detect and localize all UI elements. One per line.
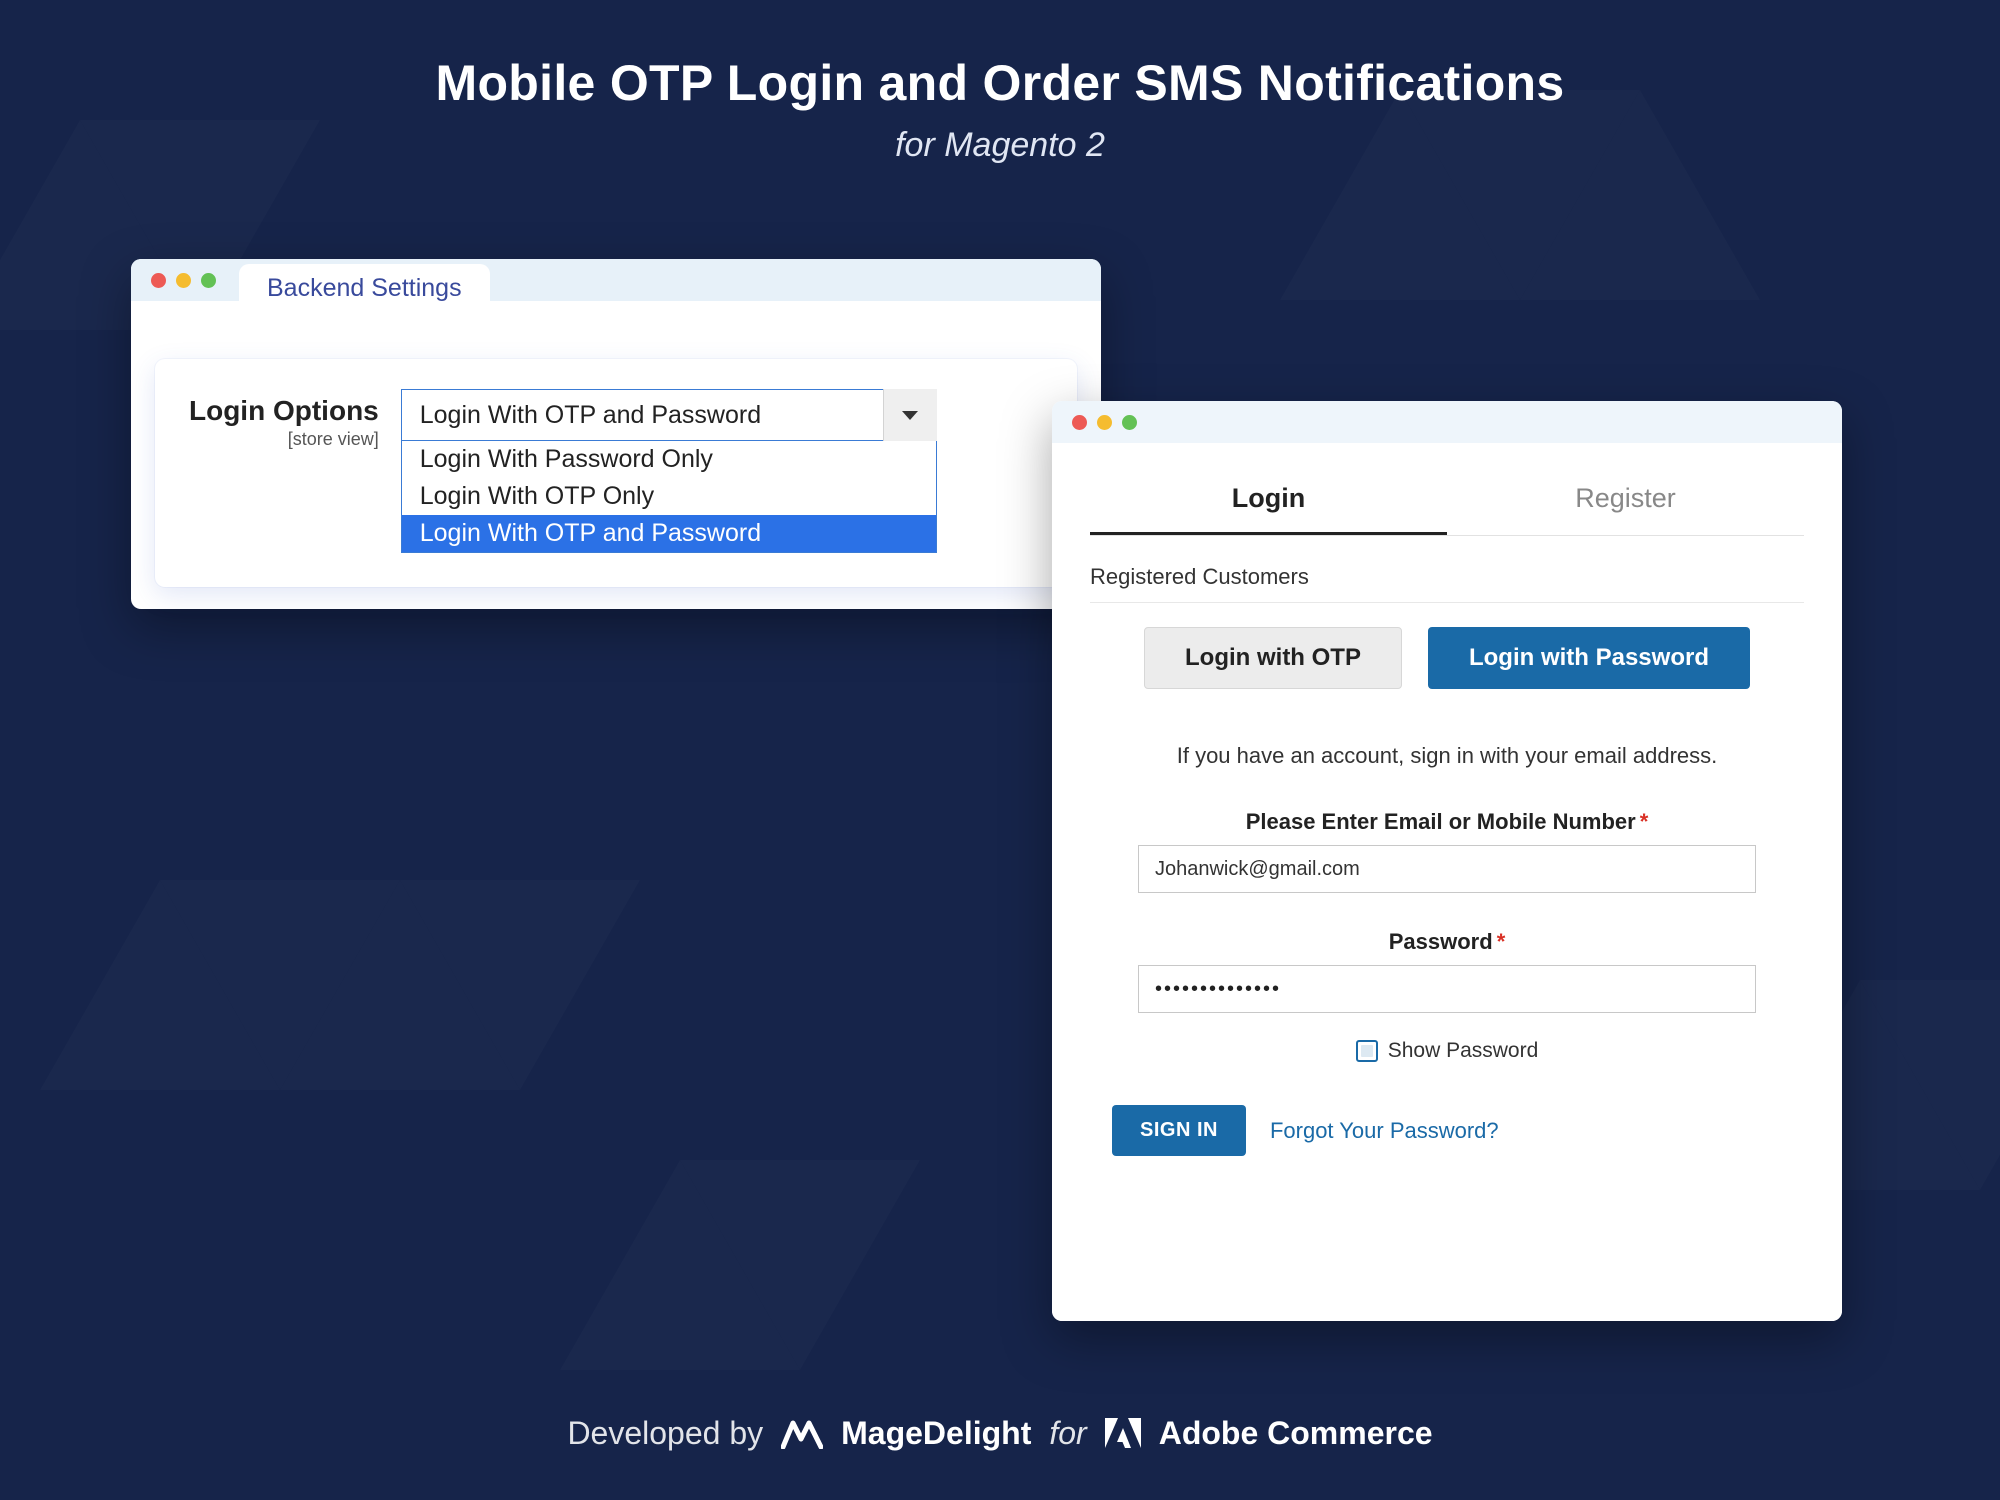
auth-tabs: Login Register: [1090, 471, 1804, 536]
maximize-icon[interactable]: [201, 273, 216, 288]
minimize-icon[interactable]: [176, 273, 191, 288]
section-title: Registered Customers: [1090, 564, 1804, 603]
login-with-otp-button[interactable]: Login with OTP: [1144, 627, 1402, 689]
show-password-label: Show Password: [1388, 1039, 1539, 1063]
email-label-text: Please Enter Email or Mobile Number: [1246, 809, 1636, 834]
developed-by-label: Developed by: [567, 1415, 763, 1452]
field-scope-label: [store view]: [189, 429, 379, 450]
field-label-column: Login Options [store view]: [189, 389, 379, 557]
select-current-value[interactable]: Login With OTP and Password: [401, 389, 937, 441]
magedelight-logo-icon: [781, 1419, 823, 1449]
tab-backend-settings[interactable]: Backend Settings: [239, 264, 490, 311]
form-actions: SIGN IN Forgot Your Password?: [1090, 1105, 1804, 1156]
tab-login[interactable]: Login: [1090, 471, 1447, 535]
adobe-logo-icon: [1105, 1418, 1141, 1450]
login-with-password-button[interactable]: Login with Password: [1428, 627, 1750, 689]
show-password-checkbox[interactable]: [1356, 1040, 1378, 1062]
select-dropdown-button[interactable]: [883, 389, 937, 441]
backend-settings-card: Login Options [store view] Login With OT…: [155, 359, 1077, 587]
chevron-down-icon: [902, 411, 918, 420]
login-mode-toggle: Login with OTP Login with Password: [1090, 627, 1804, 689]
login-options-label: Login Options: [189, 395, 379, 427]
magedelight-brand-text: MageDelight: [841, 1415, 1031, 1452]
password-label: Password*: [1090, 929, 1804, 955]
for-label: for: [1049, 1415, 1086, 1452]
login-options-dropdown: Login With Password Only Login With OTP …: [401, 441, 937, 553]
maximize-icon[interactable]: [1122, 415, 1137, 430]
email-field[interactable]: [1138, 845, 1756, 893]
dropdown-option[interactable]: Login With OTP and Password: [402, 515, 936, 552]
window-titlebar: [1052, 401, 1842, 443]
forgot-password-link[interactable]: Forgot Your Password?: [1270, 1118, 1499, 1144]
email-label: Please Enter Email or Mobile Number*: [1090, 809, 1804, 835]
dropdown-option[interactable]: Login With OTP Only: [402, 478, 936, 515]
password-label-text: Password: [1389, 929, 1493, 954]
close-icon[interactable]: [1072, 415, 1087, 430]
login-options-select[interactable]: Login With OTP and Password Login With P…: [401, 389, 937, 557]
page-title: Mobile OTP Login and Order SMS Notificat…: [0, 54, 2000, 112]
signin-help-text: If you have an account, sign in with you…: [1090, 743, 1804, 769]
required-asterisk-icon: *: [1497, 929, 1506, 954]
password-field[interactable]: ••••••••••••••: [1138, 965, 1756, 1013]
tab-register[interactable]: Register: [1447, 471, 1804, 535]
close-icon[interactable]: [151, 273, 166, 288]
login-panel: Login Register Registered Customers Logi…: [1052, 443, 1842, 1321]
adobe-commerce-brand-text: Adobe Commerce: [1159, 1415, 1433, 1452]
backend-settings-window: Backend Settings Login Options [store vi…: [131, 259, 1101, 609]
minimize-icon[interactable]: [1097, 415, 1112, 430]
show-password-row: Show Password: [1090, 1039, 1804, 1063]
dropdown-option[interactable]: Login With Password Only: [402, 441, 936, 478]
storefront-login-window: Login Register Registered Customers Logi…: [1052, 401, 1842, 1321]
footer-credit: Developed by MageDelight for Adobe Comme…: [0, 1415, 2000, 1452]
required-asterisk-icon: *: [1640, 809, 1649, 834]
page-subtitle: for Magento 2: [0, 126, 2000, 165]
sign-in-button[interactable]: SIGN IN: [1112, 1105, 1246, 1156]
